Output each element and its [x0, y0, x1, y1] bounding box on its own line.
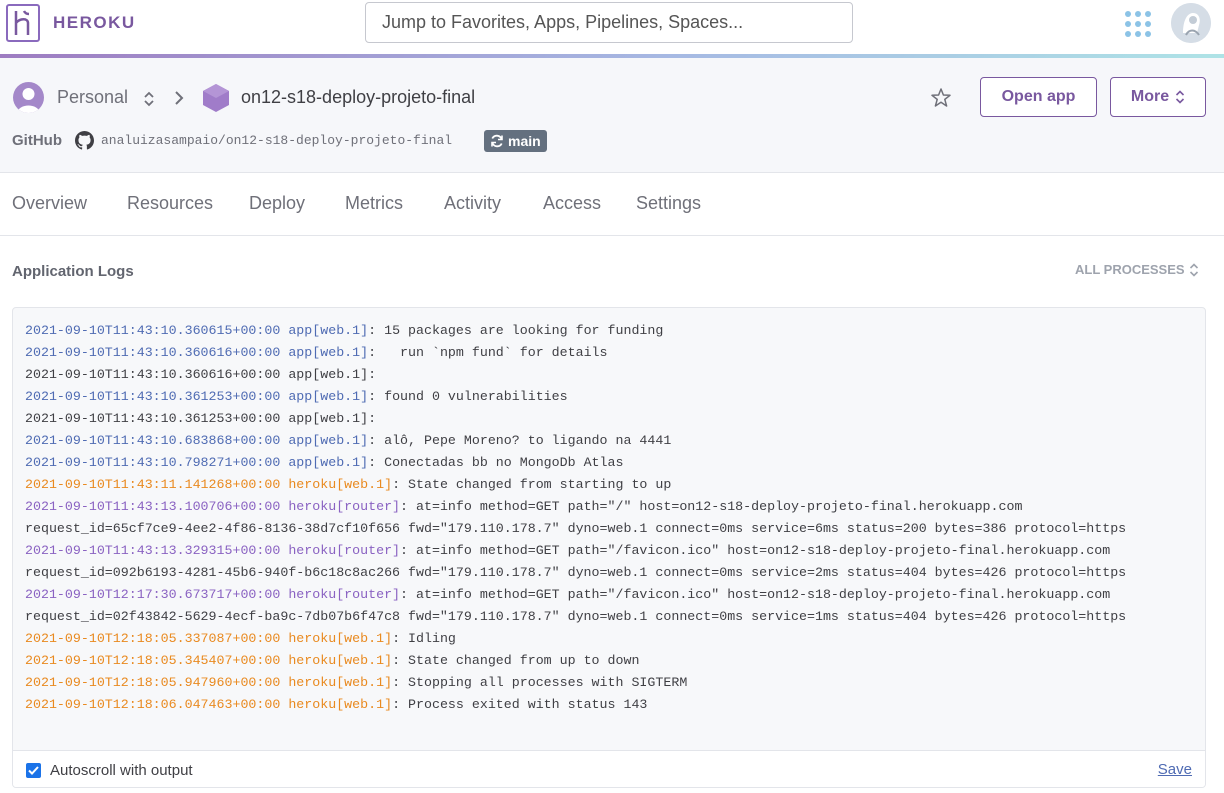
log-line: 2021-09-10T12:18:05.345407+00:00 heroku[… — [25, 650, 1126, 672]
tab-overview[interactable]: Overview — [12, 193, 87, 214]
open-app-label: Open app — [1001, 88, 1076, 105]
log-line-source: 2021-09-10T11:43:10.683868+00:00 app[web… — [25, 433, 369, 448]
log-line-message: request_id=02f43842-5629-4ecf-ba9c-7db07… — [25, 609, 1127, 624]
tab-resources[interactable]: Resources — [127, 193, 213, 214]
sync-icon — [491, 134, 503, 148]
log-lines: 2021-09-10T11:43:10.360615+00:00 app[web… — [25, 320, 1126, 716]
log-line: 2021-09-10T11:43:13.100706+00:00 heroku[… — [25, 496, 1126, 518]
account-switcher[interactable]: Personal — [57, 87, 128, 108]
log-line: 2021-09-10T11:43:10.361253+00:00 app[web… — [25, 408, 1126, 430]
log-line: request_id=65cf7ce9-4ee2-4f86-8136-38d7c… — [25, 518, 1126, 540]
log-line-source: 2021-09-10T11:43:13.100706+00:00 heroku[… — [25, 499, 401, 514]
log-line-message: : at=info method=GET path="/favicon.ico"… — [400, 587, 1111, 602]
branch-badge: main — [484, 130, 547, 152]
log-line-message: request_id=65cf7ce9-4ee2-4f86-8136-38d7c… — [25, 521, 1127, 536]
log-line-message: : found 0 vulnerabilities — [368, 389, 568, 404]
log-line-source: 2021-09-10T11:43:11.141268+00:00 heroku[… — [25, 477, 393, 492]
log-line-source: 2021-09-10T11:43:10.360615+00:00 app[web… — [25, 323, 369, 338]
log-line-message: : — [368, 367, 377, 382]
user-avatar[interactable] — [1171, 3, 1211, 43]
process-filter-select[interactable]: ALL PROCESSES — [1075, 262, 1199, 277]
log-line-message: : Idling — [392, 631, 456, 646]
log-line: 2021-09-10T12:17:30.673717+00:00 heroku[… — [25, 584, 1126, 606]
repo-link[interactable]: analuizasampaio/on12-s18-deploy-projeto-… — [101, 133, 452, 148]
log-line: 2021-09-10T11:43:10.361253+00:00 app[web… — [25, 386, 1126, 408]
log-line-source: 2021-09-10T11:43:10.361253+00:00 app[web… — [25, 411, 369, 426]
log-line-message: : at=info method=GET path="/favicon.ico"… — [400, 543, 1111, 558]
log-line: 2021-09-10T12:18:06.047463+00:00 heroku[… — [25, 694, 1126, 716]
log-line-message: : State changed from starting to up — [392, 477, 672, 492]
heroku-logo-icon[interactable] — [6, 4, 40, 42]
log-line: request_id=02f43842-5629-4ecf-ba9c-7db07… — [25, 606, 1126, 628]
log-line-source: 2021-09-10T12:18:05.337087+00:00 heroku[… — [25, 631, 393, 646]
log-line: 2021-09-10T11:43:10.798271+00:00 app[web… — [25, 452, 1126, 474]
branch-name: main — [508, 133, 541, 149]
tab-activity[interactable]: Activity — [444, 193, 501, 214]
autoscroll-checkbox[interactable] — [26, 763, 41, 778]
app-hexagon-icon — [202, 83, 230, 118]
log-line-source: 2021-09-10T11:43:10.360616+00:00 app[web… — [25, 345, 369, 360]
log-line-message: : run `npm fund` for details — [368, 345, 608, 360]
log-line: 2021-09-10T12:18:05.337087+00:00 heroku[… — [25, 628, 1126, 650]
github-icon — [75, 131, 94, 155]
log-line: request_id=092b6193-4281-45b6-940f-b6c18… — [25, 562, 1126, 584]
chevron-right-icon — [174, 90, 184, 111]
log-line: 2021-09-10T11:43:10.360615+00:00 app[web… — [25, 320, 1126, 342]
search-input[interactable] — [365, 2, 853, 43]
log-line-message: : Conectadas bb no MongoDb Atlas — [368, 455, 624, 470]
log-line-source: 2021-09-10T12:17:30.673717+00:00 heroku[… — [25, 587, 401, 602]
autoscroll-label: Autoscroll with output — [50, 762, 193, 779]
log-line-source: 2021-09-10T11:43:10.798271+00:00 app[web… — [25, 455, 369, 470]
save-link[interactable]: Save — [1158, 761, 1192, 778]
log-line-message: : Process exited with status 143 — [392, 697, 648, 712]
log-line: 2021-09-10T12:18:05.947960+00:00 heroku[… — [25, 672, 1126, 694]
favorite-star-icon[interactable] — [931, 88, 951, 112]
log-line: 2021-09-10T11:43:10.683868+00:00 app[web… — [25, 430, 1126, 452]
log-line-message: : Stopping all processes with SIGTERM — [392, 675, 688, 690]
app-nav-tabs: Overview Resources Deploy Metrics Activi… — [0, 173, 1224, 236]
log-line-message: : 15 packages are looking for funding — [368, 323, 664, 338]
account-switcher-icon[interactable] — [143, 91, 155, 112]
log-line-source: 2021-09-10T11:43:13.329315+00:00 heroku[… — [25, 543, 401, 558]
app-header: Personal on12-s18-deploy-projeto-final O… — [0, 58, 1224, 173]
log-line: 2021-09-10T11:43:10.360616+00:00 app[web… — [25, 364, 1126, 386]
checkmark-icon — [28, 766, 39, 775]
personal-avatar-icon — [13, 82, 44, 113]
tab-settings[interactable]: Settings — [636, 193, 701, 214]
apps-grid-icon[interactable] — [1125, 11, 1151, 37]
log-line: 2021-09-10T11:43:11.141268+00:00 heroku[… — [25, 474, 1126, 496]
chevron-updown-icon — [1189, 262, 1198, 277]
log-line: 2021-09-10T11:43:13.329315+00:00 heroku[… — [25, 540, 1126, 562]
process-filter-label: ALL PROCESSES — [1075, 262, 1185, 277]
log-line-message: : — [368, 411, 377, 426]
tab-access[interactable]: Access — [543, 193, 601, 214]
log-line-source: 2021-09-10T11:43:10.360616+00:00 app[web… — [25, 367, 369, 382]
autoscroll-toggle[interactable]: Autoscroll with output — [26, 762, 193, 779]
brand-name[interactable]: HEROKU — [53, 13, 136, 33]
more-label: More — [1130, 88, 1170, 105]
app-name: on12-s18-deploy-projeto-final — [241, 87, 476, 107]
log-line-message: : at=info method=GET path="/" host=on12-… — [400, 499, 1023, 514]
log-footer: Autoscroll with output Save — [13, 750, 1205, 787]
chevron-updown-icon — [1176, 90, 1185, 104]
deploy-source-label: GitHub — [12, 132, 62, 149]
log-line-source: 2021-09-10T12:18:05.947960+00:00 heroku[… — [25, 675, 393, 690]
log-line-message: : State changed from up to down — [392, 653, 640, 668]
tab-metrics[interactable]: Metrics — [345, 193, 403, 214]
section-title: Application Logs — [12, 263, 134, 280]
log-line-message: : alô, Pepe Moreno? to ligando na 4441 — [368, 433, 672, 448]
log-line: 2021-09-10T11:43:10.360616+00:00 app[web… — [25, 342, 1126, 364]
top-bar: HEROKU — [0, 0, 1224, 54]
log-line-message: request_id=092b6193-4281-45b6-940f-b6c18… — [25, 565, 1127, 580]
tab-deploy[interactable]: Deploy — [249, 193, 305, 214]
more-button[interactable]: More — [1110, 77, 1206, 117]
log-line-source: 2021-09-10T11:43:10.361253+00:00 app[web… — [25, 389, 369, 404]
log-line-source: 2021-09-10T12:18:06.047463+00:00 heroku[… — [25, 697, 393, 712]
open-app-button[interactable]: Open app — [980, 77, 1097, 117]
log-line-source: 2021-09-10T12:18:05.345407+00:00 heroku[… — [25, 653, 393, 668]
log-output[interactable]: 2021-09-10T11:43:10.360615+00:00 app[web… — [12, 307, 1206, 788]
